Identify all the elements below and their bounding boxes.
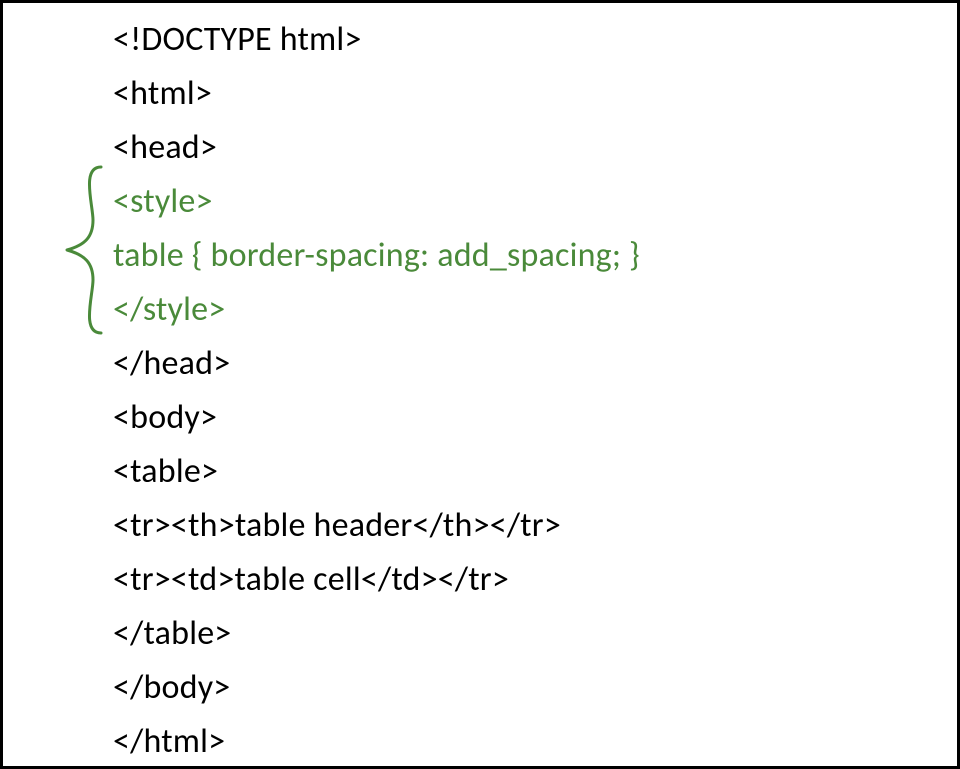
- code-line-08: <body>: [113, 391, 937, 445]
- code-line-12: </table>: [113, 607, 937, 661]
- code-line-05: table { border-spacing: add_spacing; }: [113, 229, 937, 283]
- code-line-06: </style>: [113, 283, 937, 337]
- curly-bracket-icon: [63, 165, 103, 335]
- code-line-03: <head>: [113, 121, 937, 175]
- code-line-11: <tr><td>table cell</td></tr>: [113, 553, 937, 607]
- code-line-09: <table>: [113, 445, 937, 499]
- code-line-04: <style>: [113, 175, 937, 229]
- code-line-14: </html>: [113, 715, 937, 769]
- code-line-01: <!DOCTYPE html>: [113, 13, 937, 67]
- code-line-10: <tr><th>table header</th></tr>: [113, 499, 937, 553]
- code-frame: <!DOCTYPE html> <html> <head> <style> ta…: [0, 0, 960, 769]
- code-line-02: <html>: [113, 67, 937, 121]
- code-line-13: </body>: [113, 661, 937, 715]
- code-line-07: </head>: [113, 337, 937, 391]
